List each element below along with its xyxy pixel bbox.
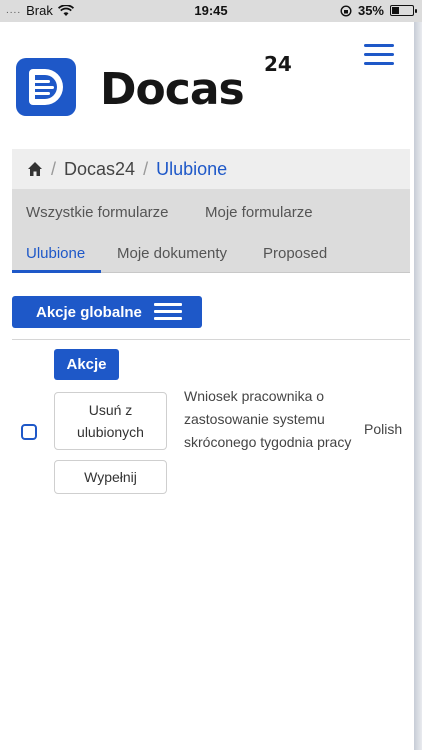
tab-moje-dokumenty[interactable]: Moje dokumenty [117, 245, 227, 262]
tab-moje-formularze[interactable]: Moje formularze [205, 204, 313, 221]
signal-icon: .... [6, 5, 22, 16]
battery-level [392, 7, 399, 14]
breadcrumb-separator: / [51, 158, 57, 179]
drawer-edge-shadow [414, 22, 422, 750]
breadcrumb-separator: / [143, 158, 149, 179]
breadcrumb: / Docas24 / Ulubione [12, 149, 410, 189]
actions-button[interactable]: Akcje [54, 349, 119, 380]
document-title[interactable]: Wniosek pracownika o zastosowanie system… [184, 385, 354, 454]
carrier-label: Brak [26, 3, 53, 18]
battery-icon [390, 5, 417, 16]
tab-ulubione[interactable]: Ulubione [26, 245, 85, 262]
battery-percent: 35% [357, 3, 384, 18]
docas-logo-icon[interactable] [16, 58, 76, 116]
menu-icon[interactable] [364, 44, 394, 68]
global-actions-button[interactable]: Akcje globalne [12, 296, 202, 328]
brand-superscript: 24 [264, 52, 292, 76]
status-left: .... Brak [6, 3, 74, 18]
brand-name[interactable]: Docas [100, 64, 245, 115]
row-checkbox[interactable] [21, 424, 37, 440]
document-language: Polish [364, 421, 403, 437]
active-tab-indicator [12, 270, 101, 273]
status-right: 35% [340, 3, 417, 18]
fill-button[interactable]: Wypełnij [54, 460, 167, 494]
menu-icon [153, 303, 182, 321]
home-icon[interactable] [27, 161, 43, 177]
global-actions-label: Akcje globalne [36, 303, 142, 321]
wifi-icon [57, 4, 74, 16]
status-bar: .... Brak 19:45 35% [0, 0, 422, 22]
remove-from-favorites-button[interactable]: Usuń z ulubionych [54, 392, 167, 450]
orientation-lock-icon [340, 4, 352, 17]
divider [12, 339, 410, 340]
breadcrumb-ulubione: Ulubione [156, 158, 228, 179]
tab-proposed[interactable]: Proposed [263, 245, 327, 262]
tab-wszystkie-formularze[interactable]: Wszystkie formularze [26, 204, 169, 221]
breadcrumb-docas24[interactable]: Docas24 [64, 159, 135, 180]
